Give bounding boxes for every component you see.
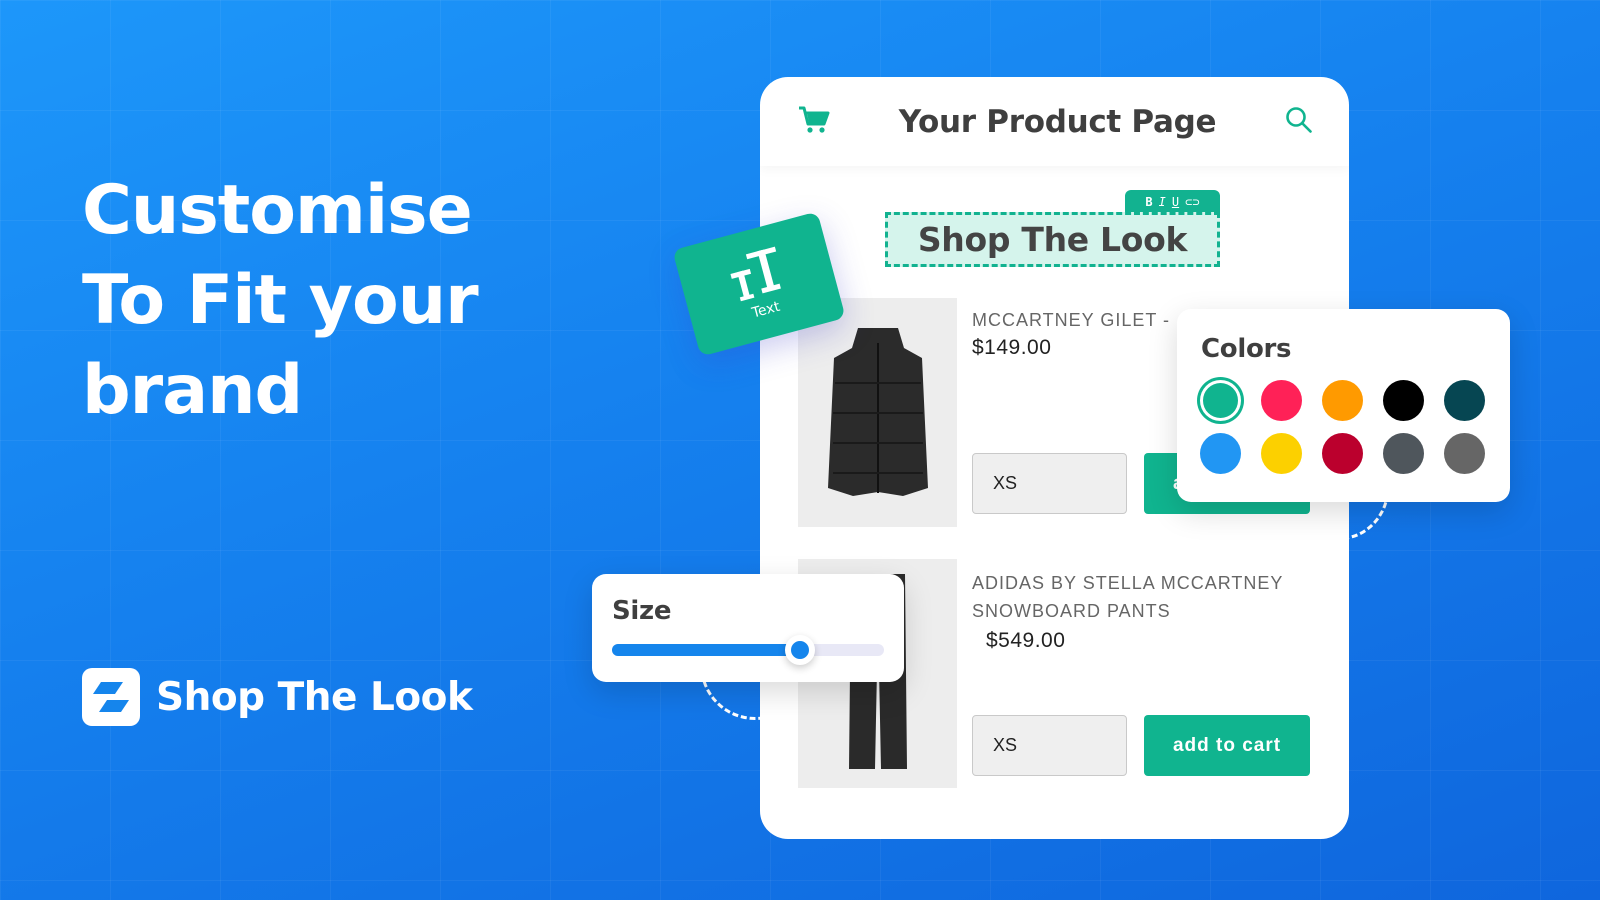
bold-button[interactable]: B bbox=[1145, 195, 1152, 209]
color-swatch[interactable] bbox=[1261, 433, 1302, 474]
color-swatch[interactable] bbox=[1261, 380, 1302, 421]
color-swatch[interactable] bbox=[1444, 433, 1485, 474]
product-name: MCCARTNEY GILET - bbox=[972, 306, 1170, 334]
product-page-header: Your Product Page bbox=[760, 77, 1349, 166]
size-slider[interactable] bbox=[612, 635, 884, 665]
link-icon[interactable]: ⊂⊃ bbox=[1185, 195, 1199, 209]
colors-panel: Colors bbox=[1177, 309, 1510, 502]
color-swatches bbox=[1200, 380, 1485, 474]
product-name: ADIDAS BY STELLA MCCARTNEY SNOWBOARD PAN… bbox=[972, 569, 1283, 625]
headline-line: brand bbox=[82, 351, 303, 430]
colors-panel-title: Colors bbox=[1201, 334, 1292, 364]
color-swatch[interactable] bbox=[1200, 433, 1241, 474]
size-select[interactable]: XS bbox=[972, 453, 1127, 514]
italic-button[interactable]: I bbox=[1159, 195, 1166, 209]
brand-name: Shop The Look bbox=[156, 674, 473, 720]
editable-section-title[interactable]: Shop The Look bbox=[885, 212, 1220, 267]
color-swatch[interactable] bbox=[1383, 380, 1424, 421]
size-panel-title: Size bbox=[612, 596, 672, 626]
headline-line: Customise bbox=[82, 171, 473, 250]
color-swatch[interactable] bbox=[1322, 380, 1363, 421]
color-swatch[interactable] bbox=[1444, 380, 1485, 421]
slider-thumb[interactable] bbox=[784, 635, 815, 665]
underline-button[interactable]: U bbox=[1172, 195, 1179, 209]
product-price: $149.00 bbox=[972, 336, 1052, 359]
headline: Customise To Fit your brand bbox=[82, 166, 479, 436]
color-swatch[interactable] bbox=[1200, 380, 1241, 421]
product-name-line: SNOWBOARD PANTS bbox=[972, 601, 1171, 621]
product-price: $549.00 bbox=[986, 629, 1066, 652]
page-title: Your Product Page bbox=[898, 103, 1217, 140]
brand-logo: Shop The Look bbox=[82, 668, 473, 726]
product-name-line: MCCARTNEY GILET - bbox=[972, 310, 1171, 330]
product-image-gilet[interactable] bbox=[798, 298, 957, 527]
color-swatch[interactable] bbox=[1383, 433, 1424, 474]
headline-line: To Fit your bbox=[82, 261, 479, 340]
search-icon[interactable] bbox=[1285, 106, 1313, 138]
color-swatch[interactable] bbox=[1322, 433, 1363, 474]
size-select[interactable]: XS bbox=[972, 715, 1127, 776]
text-size-icon bbox=[730, 246, 781, 302]
cart-icon[interactable] bbox=[798, 105, 830, 139]
slider-fill bbox=[612, 644, 800, 656]
size-panel: Size bbox=[592, 574, 904, 682]
product-name-line: ADIDAS BY STELLA MCCARTNEY bbox=[972, 573, 1284, 593]
shop-the-look-logo-icon bbox=[82, 668, 140, 726]
add-to-cart-button[interactable]: add to cart bbox=[1144, 715, 1310, 776]
text-format-toolbar: B I U ⊂⊃ bbox=[1125, 190, 1220, 213]
text-widget-label: Text bbox=[750, 298, 782, 322]
